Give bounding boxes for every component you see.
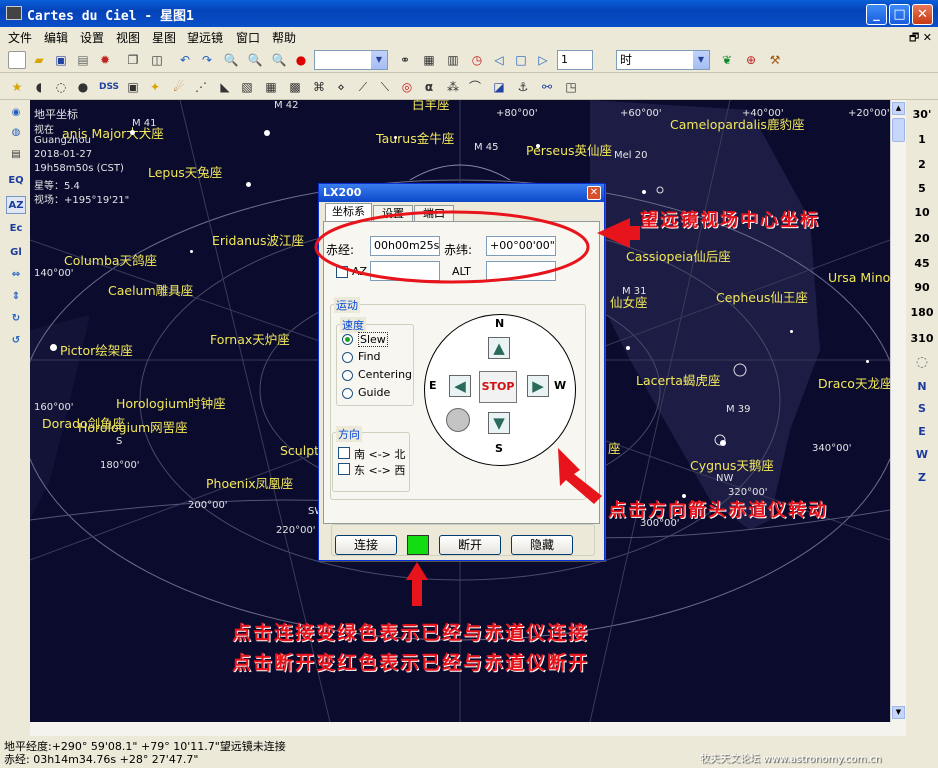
- annotation-arrow-click: 点击方向箭头赤道仪转动: [608, 500, 828, 521]
- annotation-connect-note1: 点击连接变绿色表示已经与赤道仪连接: [232, 622, 590, 644]
- watermark: 牧夫天文论坛 www.astronomy.com.cn: [700, 754, 882, 765]
- status-bar: 地平经度:+290° 59'08.1" +79° 10'11.7"望远镜未连接 …: [0, 736, 938, 768]
- annotation-telescope-center: 望远镜视场中心坐标: [640, 210, 820, 231]
- status-line-2: 赤经: 03h14m34.76s +28° 27'47.7": [4, 753, 199, 766]
- annotation-connect-note2: 点击断开变红色表示已经与赤道仪断开: [232, 652, 590, 674]
